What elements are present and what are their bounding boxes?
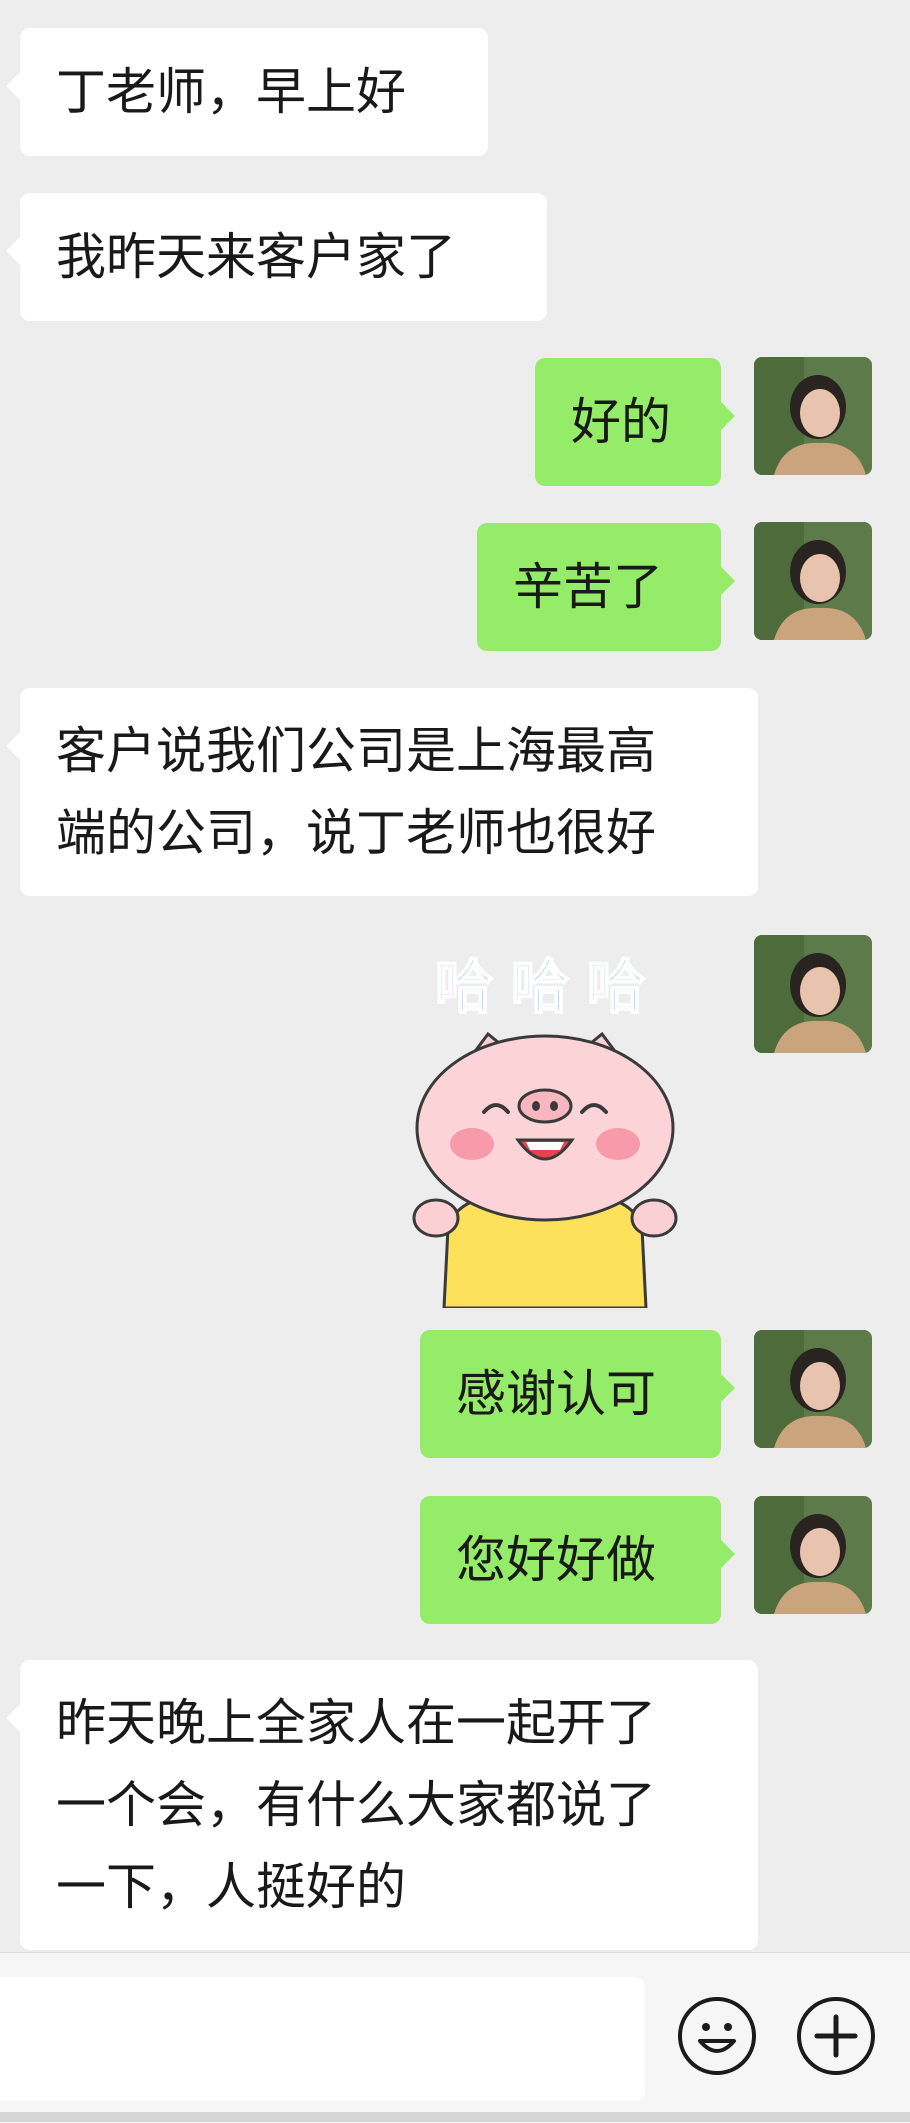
user-avatar[interactable] bbox=[754, 1496, 872, 1614]
incoming-message-bubble[interactable]: 丁老师，早上好 bbox=[6, 28, 488, 156]
user-avatar[interactable] bbox=[754, 522, 872, 640]
message-composer bbox=[0, 1952, 910, 2123]
incoming-message-bubble[interactable]: 昨天晚上全家人在一起开了 一个会，有什么大家都说了 一下，人挺好的 bbox=[6, 1660, 758, 1950]
user-avatar[interactable] bbox=[754, 357, 872, 475]
avatar-photo bbox=[754, 935, 872, 1053]
avatar-photo bbox=[754, 522, 872, 640]
sticker-caption: 哈哈哈 bbox=[434, 952, 663, 1022]
message-text: 一个会，有什么大家都说了 bbox=[56, 1776, 656, 1834]
outgoing-message-bubble[interactable]: 辛苦了 bbox=[477, 523, 735, 651]
outgoing-message-bubble[interactable]: 好的 bbox=[535, 358, 735, 486]
message-text: 昨天晚上全家人在一起开了 bbox=[56, 1694, 656, 1752]
emoji-icon bbox=[698, 2023, 736, 2053]
message-input[interactable] bbox=[0, 1977, 645, 2101]
emoji-button[interactable] bbox=[678, 1997, 756, 2075]
incoming-message-bubble[interactable]: 我昨天来客户家了 bbox=[6, 193, 547, 321]
plus-icon bbox=[814, 2014, 858, 2058]
chat-message-list[interactable]: 丁老师，早上好 我昨天来客户家了 好的 辛苦了 客户说我们公司是上海最高 端的公… bbox=[0, 0, 910, 1952]
more-options-button[interactable] bbox=[797, 1997, 875, 2075]
outgoing-message-bubble[interactable]: 感谢认可 bbox=[420, 1330, 735, 1458]
user-avatar[interactable] bbox=[754, 1330, 872, 1448]
message-text: 好的 bbox=[571, 393, 671, 451]
bottom-panel-edge bbox=[0, 2112, 910, 2122]
message-text: 我昨天来客户家了 bbox=[56, 228, 456, 286]
sticker-message[interactable]: 哈哈哈 bbox=[400, 940, 690, 1308]
message-text: 端的公司，说丁老师也很好 bbox=[56, 804, 656, 862]
avatar-photo bbox=[754, 1330, 872, 1448]
message-text: 辛苦了 bbox=[513, 558, 663, 616]
pig-sticker-icon bbox=[412, 1031, 678, 1308]
message-text: 一下，人挺好的 bbox=[56, 1858, 406, 1916]
message-text: 丁老师，早上好 bbox=[56, 63, 406, 121]
avatar-photo bbox=[754, 1496, 872, 1614]
incoming-message-bubble[interactable]: 客户说我们公司是上海最高 端的公司，说丁老师也很好 bbox=[6, 688, 758, 896]
message-text: 客户说我们公司是上海最高 bbox=[56, 722, 656, 780]
outgoing-message-bubble[interactable]: 您好好做 bbox=[420, 1496, 735, 1624]
message-text: 您好好做 bbox=[456, 1531, 656, 1589]
avatar-photo bbox=[754, 357, 872, 475]
message-text: 感谢认可 bbox=[456, 1365, 656, 1423]
user-avatar[interactable] bbox=[754, 935, 872, 1053]
